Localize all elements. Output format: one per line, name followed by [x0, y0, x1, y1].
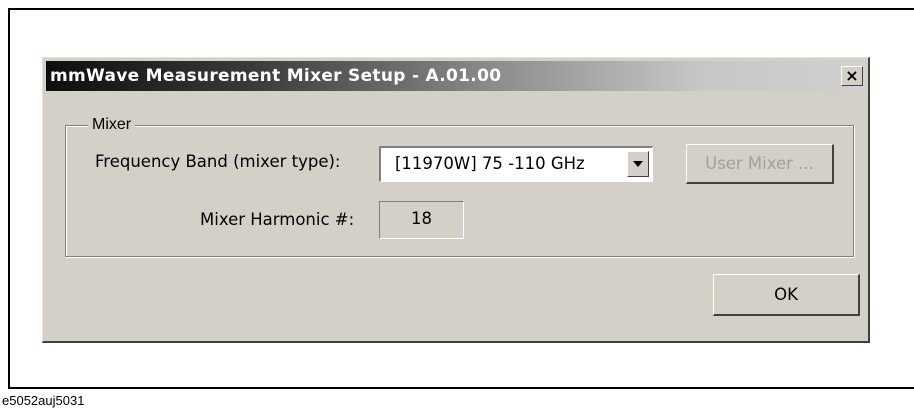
- close-icon: ×: [845, 66, 859, 85]
- title-bar[interactable]: mmWave Measurement Mixer Setup - A.01.00…: [46, 61, 865, 91]
- figure-caption: e5052auj5031: [2, 393, 85, 408]
- chevron-down-icon: [633, 161, 643, 167]
- mixer-harmonic-label: Mixer Harmonic #:: [200, 210, 355, 229]
- user-mixer-button[interactable]: User Mixer ...: [686, 144, 834, 184]
- frequency-band-select[interactable]: [11970W] 75 -110 GHz: [379, 146, 653, 182]
- close-button[interactable]: ×: [841, 66, 863, 86]
- ok-button[interactable]: OK: [713, 274, 860, 316]
- dialog-title: mmWave Measurement Mixer Setup - A.01.00: [50, 66, 502, 86]
- mixer-harmonic-value: 18: [379, 201, 464, 239]
- mixer-group-legend: Mixer: [88, 116, 136, 134]
- frequency-band-label: Frequency Band (mixer type):: [95, 152, 341, 171]
- dropdown-button[interactable]: [627, 151, 649, 177]
- frequency-band-value: [11970W] 75 -110 GHz: [395, 154, 585, 173]
- mixer-setup-dialog: mmWave Measurement Mixer Setup - A.01.00…: [42, 57, 870, 343]
